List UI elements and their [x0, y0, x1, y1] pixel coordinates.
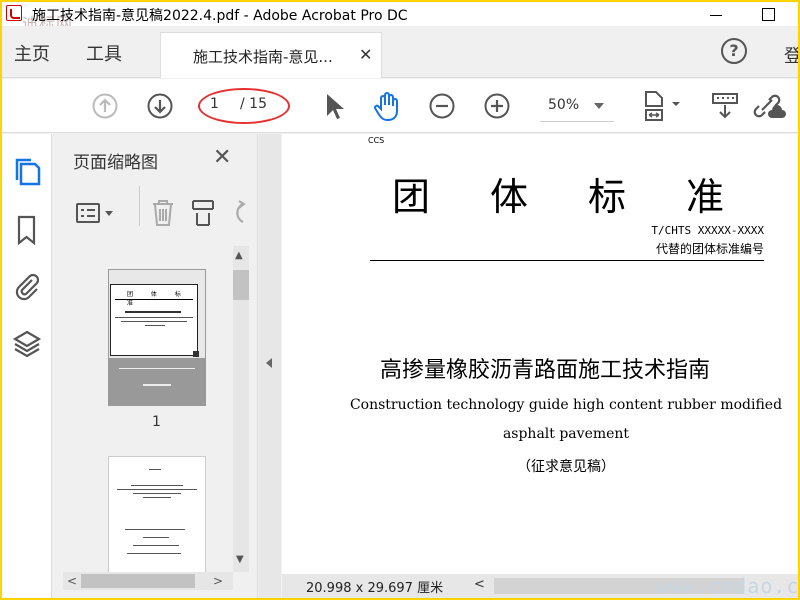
toolbar-divider [139, 186, 140, 226]
document-tab-label: 施工技术指南-意见... [193, 48, 333, 66]
close-panel-button[interactable]: ✕ [213, 145, 231, 170]
tab-home[interactable]: 主页 [14, 40, 50, 66]
status-bar: 20.998 x 29.697 厘米 < www.cndao.com [282, 574, 798, 598]
scroll-down-icon[interactable]: ▼ [236, 554, 244, 565]
page-size-label: 20.998 x 29.697 厘米 [306, 581, 444, 596]
zoom-in-icon[interactable] [484, 93, 510, 119]
left-rail [2, 134, 52, 598]
panel-title: 页面缩略图 [73, 153, 158, 173]
doc-main-title: 团体标准 [392, 175, 785, 219]
select-arrow-icon[interactable] [324, 92, 344, 120]
doc-draft-note: （征求意见稿） [517, 459, 615, 475]
thumbnail-highlight-box: 团 体 标 准 [110, 284, 199, 357]
prev-page-icon[interactable] [92, 93, 118, 119]
thumbnail-title: 团 体 标 准 [127, 291, 189, 307]
doc-chinese-title: 高掺量橡胶沥青路面施工技术指南 [380, 358, 711, 383]
thumbnail-footer [109, 358, 205, 405]
signin-button[interactable]: 登 [784, 42, 798, 68]
pages-icon[interactable] [12, 156, 42, 192]
page-fit-icon[interactable] [642, 90, 686, 122]
help-icon[interactable]: ? [721, 38, 747, 64]
thumbnail-scrollbar[interactable]: ▲ ▼ [233, 246, 249, 572]
acrobat-logo-icon [6, 5, 22, 21]
attachment-icon[interactable] [12, 270, 42, 306]
doc-english-title-line1: Construction technology guide high conte… [349, 397, 783, 413]
title-bar: 迪标网 施工技术指南-意见稿2022.4.pdf - Adobe Acrobat… [2, 2, 798, 33]
print-measure-icon[interactable] [710, 91, 740, 121]
zoom-underline [540, 121, 614, 122]
thumbnail-horizontal-scrollbar[interactable]: < > [63, 572, 233, 590]
collapse-arrow-icon[interactable] [266, 358, 272, 368]
tab-bar: 主页 工具 施工技术指南-意见... ✕ ? 登 [2, 26, 798, 78]
rotate-page-icon[interactable] [229, 198, 249, 232]
doc-divider [370, 260, 764, 261]
window-title: 施工技术指南-意见稿2022.4.pdf - Adobe Acrobat Pro… [32, 8, 408, 24]
chevron-down-icon[interactable] [594, 103, 604, 109]
scroll-up-icon[interactable]: ▲ [235, 250, 243, 261]
doc-replace-note: 代替的团体标准编号 [655, 242, 764, 256]
scrollbar-thumb[interactable] [233, 270, 249, 300]
acrobat-window: 迪标网 施工技术指南-意见稿2022.4.pdf - Adobe Acrobat… [2, 2, 798, 598]
thumbnails-panel: 页面缩略图 ✕ 团 体 标 准 1 ▲ ▼ < > [53, 134, 258, 598]
panel-collapse-strip[interactable] [259, 134, 281, 598]
tab-tools[interactable]: 工具 [86, 40, 122, 66]
thumbnail-page-1[interactable]: 团 体 标 准 [108, 269, 206, 406]
thumbnail-page-2[interactable] [108, 456, 206, 576]
close-tab-button[interactable]: ✕ [359, 45, 372, 64]
share-link-icon[interactable] [752, 90, 786, 122]
scrollbar-thumb[interactable] [81, 574, 195, 588]
zoom-out-icon[interactable] [429, 93, 455, 119]
delete-page-icon[interactable] [149, 198, 177, 232]
hand-tool-icon[interactable] [372, 90, 404, 122]
scroll-right-icon[interactable]: > [213, 574, 223, 588]
doc-ccs-label: CCS [368, 136, 385, 145]
thumbnail-options-icon[interactable] [75, 202, 117, 230]
toolbar: 1 / 15 50% [2, 79, 798, 133]
layers-icon[interactable] [12, 328, 42, 364]
bookmark-icon[interactable] [12, 214, 42, 250]
watermark-url: www.cndao.com [656, 574, 798, 598]
maximize-button[interactable] [758, 4, 778, 24]
tab-document[interactable]: 施工技术指南-意见... ✕ [160, 32, 382, 78]
thumbnail-page-number: 1 [152, 414, 161, 430]
scroll-left-icon[interactable]: < [67, 574, 77, 588]
zoom-level[interactable]: 50% [548, 97, 579, 113]
extract-page-icon[interactable] [189, 198, 217, 232]
document-page: CCS 团体标准 T/CHTS XXXXX-XXXX 代替的团体标准编号 高掺量… [282, 134, 798, 574]
scroll-left-icon[interactable]: < [474, 577, 485, 592]
next-page-icon[interactable] [147, 93, 173, 119]
document-viewport[interactable]: CCS 团体标准 T/CHTS XXXXX-XXXX 代替的团体标准编号 高掺量… [282, 134, 798, 574]
page-number-highlight [198, 88, 290, 124]
doc-english-title-line2: asphalt pavement [502, 426, 630, 442]
doc-standard-code: T/CHTS XXXXX-XXXX [651, 224, 764, 237]
minimize-button[interactable] [706, 4, 726, 24]
